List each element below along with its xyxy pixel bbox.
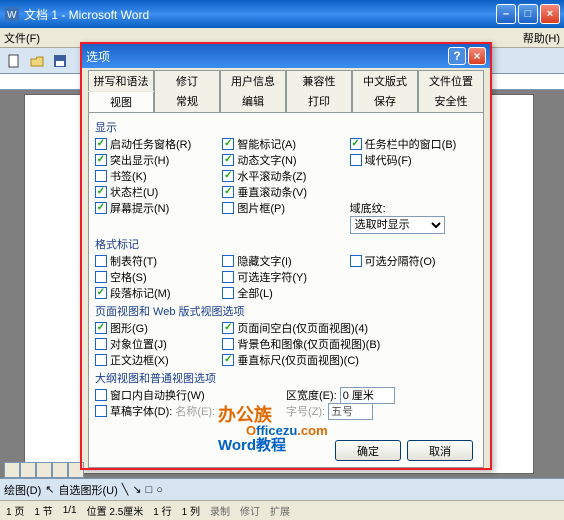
status-rec: 录制 <box>210 503 230 518</box>
chk-display-c1-1[interactable]: 突出显示(H) <box>95 152 222 168</box>
autoshape-menu[interactable]: 自选图形(U) <box>59 482 118 498</box>
chk-pw-c1-1[interactable]: 对象位置(J) <box>95 336 222 352</box>
word-icon: W <box>4 6 20 22</box>
chk-display-c2-1[interactable]: 动态文字(N) <box>222 152 349 168</box>
chk-marks-c2-0[interactable]: 隐藏文字(I) <box>222 253 349 269</box>
drawing-toolbar: 绘图(D) ↖ 自选图形(U) ╲ ↘ □ ○ <box>0 478 564 500</box>
tab-view[interactable]: 视图 <box>88 92 154 113</box>
tab-compat[interactable]: 兼容性 <box>286 70 352 91</box>
chk-display-c2-2[interactable]: 水平滚动条(Z) <box>222 168 349 184</box>
app-titlebar: W 文档 1 - Microsoft Word – □ × <box>0 0 564 28</box>
svg-text:W: W <box>7 10 17 21</box>
font-size: 字号(Z): <box>286 403 477 419</box>
view-outline-icon[interactable] <box>52 462 68 478</box>
tab-security[interactable]: 安全性 <box>418 91 484 112</box>
close-button[interactable]: × <box>540 4 560 24</box>
cancel-button[interactable]: 取消 <box>407 440 473 461</box>
options-dialog: 选项 ? × 拼写和语法 修订 用户信息 兼容性 中文版式 文件位置 视图 常规… <box>80 42 492 470</box>
chk-pw-c1-2[interactable]: 正文边框(X) <box>95 352 222 368</box>
view-print-icon[interactable] <box>36 462 52 478</box>
status-page: 1 页 <box>6 503 24 518</box>
chk-pw-c1-0[interactable]: 图形(G) <box>95 320 222 336</box>
chk-display-c1-2[interactable]: 书签(K) <box>95 168 222 184</box>
chk-marks-c2-1[interactable]: 可选连字符(Y) <box>222 269 349 285</box>
tab-filelocation[interactable]: 文件位置 <box>418 70 484 91</box>
dialog-help-button[interactable]: ? <box>448 47 466 65</box>
tab-revision[interactable]: 修订 <box>154 70 220 91</box>
maximize-button[interactable]: □ <box>518 4 538 24</box>
window-title: 文档 1 - Microsoft Word <box>24 6 496 23</box>
status-line: 1 行 <box>153 503 171 518</box>
line-icon[interactable]: ╲ <box>122 483 129 496</box>
tab-save[interactable]: 保存 <box>352 91 418 112</box>
chk-marks-c2-2[interactable]: 全部(L) <box>222 285 349 301</box>
group-outline-label: 大纲视图和普通视图选项 <box>95 370 477 386</box>
chk-display-c1-4[interactable]: 屏幕提示(N) <box>95 200 222 216</box>
chk-marks-c1-1[interactable]: 空格(S) <box>95 269 222 285</box>
tab-spelling[interactable]: 拼写和语法 <box>88 70 154 91</box>
pointer-icon[interactable]: ↖ <box>45 483 54 496</box>
field-shading-select[interactable]: 选取时显示 <box>350 216 445 234</box>
group-pageweb-label: 页面视图和 Web 版式视图选项 <box>95 303 477 319</box>
font-size-input <box>328 403 373 420</box>
menu-file[interactable]: 文件(F) <box>4 30 40 46</box>
dialog-titlebar: 选项 ? × <box>82 44 490 68</box>
chk-marks-c1-0[interactable]: 制表符(T) <box>95 253 222 269</box>
style-width: 区宽度(E): <box>286 387 477 403</box>
rect-icon[interactable]: □ <box>146 484 153 496</box>
statusbar: 1 页 1 节 1/1 位置 2.5厘米 1 行 1 列 录制 修订 扩展 <box>0 500 564 520</box>
field-shading-label: 域底纹: <box>350 200 477 216</box>
tab-panel-view: 显示 启动任务窗格(R)突出显示(H)书签(K)状态栏(U)屏幕提示(N) 智能… <box>88 112 484 468</box>
status-pages: 1/1 <box>63 505 77 516</box>
draw-menu[interactable]: 绘图(D) <box>4 482 41 498</box>
tab-edit[interactable]: 编辑 <box>220 91 286 112</box>
status-position: 位置 2.5厘米 <box>87 503 144 518</box>
chk-draft[interactable]: 草稿字体(D): 名称(E): <box>95 403 286 419</box>
oval-icon[interactable]: ○ <box>156 484 163 496</box>
chk-marks-c1-2[interactable]: 段落标记(M) <box>95 285 222 301</box>
status-rev: 修订 <box>240 503 260 518</box>
save-icon[interactable] <box>50 51 70 71</box>
menu-help[interactable]: 帮助(H) <box>523 30 560 46</box>
chk-wrap[interactable]: 窗口内自动换行(W) <box>95 387 286 403</box>
chk-marks-c3-0[interactable]: 可选分隔符(O) <box>350 253 477 269</box>
view-web-icon[interactable] <box>20 462 36 478</box>
chk-display-c2-3[interactable]: 垂直滚动条(V) <box>222 184 349 200</box>
tab-userinfo[interactable]: 用户信息 <box>220 70 286 91</box>
tab-row-1: 拼写和语法 修订 用户信息 兼容性 中文版式 文件位置 <box>88 70 484 91</box>
chk-pw-c2-2[interactable]: 垂直标尺(仅页面视图)(C) <box>222 352 477 368</box>
group-marks-label: 格式标记 <box>95 236 477 252</box>
chk-pw-c2-1[interactable]: 背景色和图像(仅页面视图)(B) <box>222 336 477 352</box>
dialog-title: 选项 <box>86 48 446 65</box>
chk-display-c3-1[interactable]: 域代码(F) <box>350 152 477 168</box>
view-mode-buttons <box>4 462 84 478</box>
chk-display-c2-4[interactable]: 图片框(P) <box>222 200 349 216</box>
chk-display-c3-0[interactable]: 任务栏中的窗口(B) <box>350 136 477 152</box>
tab-row-2: 视图 常规 编辑 打印 保存 安全性 <box>88 91 484 112</box>
ok-button[interactable]: 确定 <box>335 440 401 461</box>
view-normal-icon[interactable] <box>4 462 20 478</box>
group-display-label: 显示 <box>95 119 477 135</box>
chk-pw-c2-0[interactable]: 页面间空白(仅页面视图)(4) <box>222 320 477 336</box>
minimize-button[interactable]: – <box>496 4 516 24</box>
arrow-icon[interactable]: ↘ <box>132 483 141 496</box>
tab-print[interactable]: 打印 <box>286 91 352 112</box>
style-width-input[interactable] <box>340 387 395 404</box>
dialog-close-button[interactable]: × <box>468 47 486 65</box>
view-reading-icon[interactable] <box>68 462 84 478</box>
status-col: 1 列 <box>182 503 200 518</box>
open-icon[interactable] <box>27 51 47 71</box>
status-section: 1 节 <box>34 503 52 518</box>
status-ext: 扩展 <box>270 503 290 518</box>
chk-display-c1-0[interactable]: 启动任务窗格(R) <box>95 136 222 152</box>
tab-cjk[interactable]: 中文版式 <box>352 70 418 91</box>
tab-general[interactable]: 常规 <box>154 91 220 112</box>
chk-display-c2-0[interactable]: 智能标记(A) <box>222 136 349 152</box>
chk-display-c1-3[interactable]: 状态栏(U) <box>95 184 222 200</box>
new-doc-icon[interactable] <box>4 51 24 71</box>
